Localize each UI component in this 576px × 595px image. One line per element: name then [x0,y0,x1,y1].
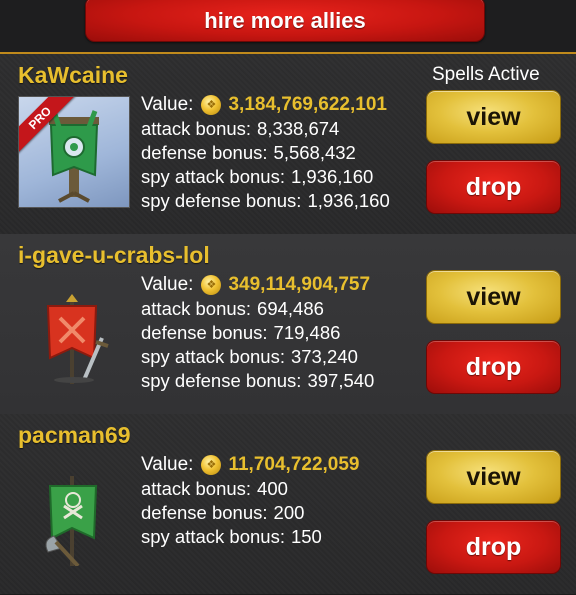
attack-bonus-value: 694,486 [257,298,324,319]
ally-name[interactable]: KaWcaine [18,62,128,89]
spy-defense-bonus-label: spy defense bonus: [141,190,302,211]
attack-bonus-value: 8,338,674 [257,118,340,139]
defense-bonus-value: 719,486 [273,322,341,343]
spy-attack-bonus-value: 150 [290,526,322,547]
spy-attack-bonus-label: spy attack bonus: [141,166,285,187]
view-spells-button[interactable]: view [426,270,561,324]
ally-value: 3,184,769,622,101 [228,94,387,115]
drop-ally-button[interactable]: drop [426,340,561,394]
ally-row: pacman69 Value: 11,704,722,059 attack bo… [0,414,576,595]
attack-bonus-label: attack bonus: [141,478,252,499]
ally-row: KaWcaine Spells Active PRO Value: 3,184,… [0,54,576,235]
attack-bonus-label: attack bonus: [141,118,252,139]
spells-active-label: Spells Active [432,64,540,85]
spy-attack-bonus-label: spy attack bonus: [141,526,285,547]
drop-ally-button[interactable]: drop [426,160,561,214]
top-bar: hire more allies [0,0,576,54]
defense-bonus-label: defense bonus: [141,142,268,163]
ally-name[interactable]: pacman69 [18,422,131,449]
defense-bonus-value: 5,568,432 [273,142,356,163]
ally-stats: Value: 3,184,769,622,101 attack bonus:8,… [141,92,390,214]
spy-defense-bonus-label: spy defense bonus: [141,370,302,391]
gold-coin-icon [201,95,222,115]
ally-stats: Value: 349,114,904,757 attack bonus:694,… [141,272,374,394]
value-label: Value: [141,274,194,295]
green-banner-axe-icon [45,476,98,568]
gold-coin-icon [201,275,222,295]
spy-attack-bonus-value: 373,240 [290,346,358,367]
spy-attack-bonus-value: 1,936,160 [290,166,374,187]
defense-bonus-label: defense bonus: [141,322,268,343]
defense-bonus-value: 200 [273,502,305,523]
drop-ally-button[interactable]: drop [426,520,561,574]
ally-stats: Value: 11,704,722,059 attack bonus:400 d… [141,452,360,550]
hire-more-allies-button[interactable]: hire more allies [85,0,485,42]
attack-bonus-value: 400 [257,478,288,499]
attack-bonus-label: attack bonus: [141,298,252,319]
value-label: Value: [141,94,194,115]
ally-value: 349,114,904,757 [228,274,371,295]
ally-value: 11,704,722,059 [228,454,360,475]
ally-row: i-gave-u-crabs-lol Value: 349,114,904,75… [0,234,576,415]
view-spells-button[interactable]: view [426,90,561,144]
value-label: Value: [141,454,194,475]
view-spells-button[interactable]: view [426,450,561,504]
gold-coin-icon [201,455,222,475]
spy-defense-bonus-value: 397,540 [307,370,375,391]
ally-avatar[interactable] [18,276,128,386]
defense-bonus-label: defense bonus: [141,502,268,523]
red-banner-sword-icon [46,294,109,384]
ally-avatar[interactable] [18,456,128,568]
ally-name[interactable]: i-gave-u-crabs-lol [18,242,210,269]
spy-defense-bonus-value: 1,936,160 [307,190,390,211]
ally-avatar[interactable]: PRO [18,96,130,208]
spy-attack-bonus-label: spy attack bonus: [141,346,285,367]
